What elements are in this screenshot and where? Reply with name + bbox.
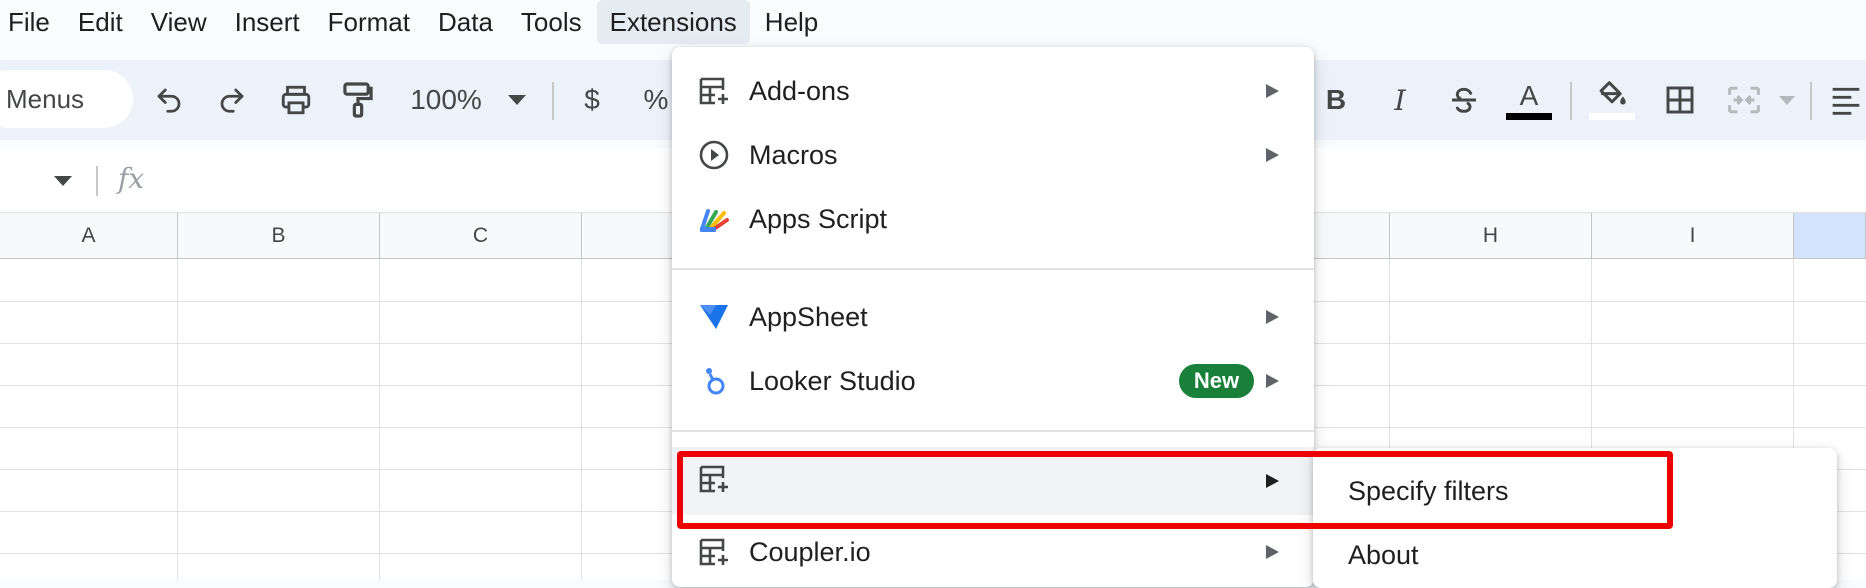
menu-file[interactable]: File	[0, 0, 63, 44]
toolbar-separator	[552, 82, 554, 120]
new-badge: New	[1179, 364, 1254, 398]
menu-item-label: AppSheet	[749, 301, 868, 332]
extensions-menu: Add-ons Macros Apps Script AppSheet Look…	[672, 47, 1314, 587]
name-box-dropdown-icon[interactable]	[54, 176, 72, 186]
menu-item-label: Coupler.io	[749, 536, 871, 567]
fill-color-icon[interactable]	[1588, 74, 1636, 126]
menu-data[interactable]: Data	[425, 0, 506, 44]
toolbar-separator	[1570, 82, 1572, 120]
appsheet-icon	[700, 305, 728, 329]
text-color-icon[interactable]: A	[1505, 74, 1553, 126]
menu-item-label: Macros	[749, 139, 838, 170]
column-header-j[interactable]	[1794, 213, 1866, 259]
strikethrough-icon[interactable]	[1444, 80, 1484, 120]
menu-insert[interactable]: Insert	[222, 0, 313, 44]
merge-dropdown-icon	[1776, 88, 1798, 112]
fill-color-swatch	[1589, 113, 1635, 120]
menu-separator	[672, 268, 1314, 270]
coupler-table-icon	[699, 538, 728, 566]
submenu-item-specify-filters[interactable]: Specify filters	[1313, 464, 1837, 520]
menu-tools[interactable]: Tools	[508, 0, 595, 44]
submenu-item-label: Specify filters	[1348, 476, 1509, 506]
column-header-b[interactable]: B	[178, 213, 380, 259]
print-icon[interactable]	[276, 80, 316, 120]
menu-bar: File Edit View Insert Format Data Tools …	[0, 0, 1866, 44]
column-line	[177, 259, 178, 580]
menu-help[interactable]: Help	[752, 0, 831, 44]
menus-search-box[interactable]: Menus	[0, 70, 133, 128]
menu-item-label: Looker Studio	[749, 365, 916, 396]
borders-icon[interactable]	[1660, 80, 1700, 120]
column-header-h[interactable]: H	[1390, 213, 1592, 259]
zoom-level[interactable]: 100%	[405, 80, 487, 120]
menu-item-apps-script[interactable]: Apps Script	[672, 188, 1314, 250]
align-icon[interactable]	[1826, 80, 1866, 120]
column-header-i[interactable]: I	[1592, 213, 1794, 259]
menu-item-label: Add-ons	[749, 75, 850, 106]
apps-script-icon	[700, 209, 729, 232]
redo-icon[interactable]	[213, 80, 251, 120]
menu-item-add-ons[interactable]: Add-ons	[672, 60, 1314, 122]
column-header-a[interactable]: A	[0, 213, 178, 259]
submenu-arrow-icon	[1266, 310, 1279, 324]
menu-item-looker-studio[interactable]: Looker Studio New	[672, 350, 1314, 412]
menu-edit[interactable]: Edit	[65, 0, 136, 44]
menu-format[interactable]: Format	[315, 0, 423, 44]
menu-extensions[interactable]: Extensions	[596, 0, 750, 44]
submenu-arrow-icon	[1266, 374, 1279, 388]
macros-play-icon	[699, 140, 729, 170]
menu-item-label: Apps Script	[749, 203, 888, 234]
merge-cells-icon	[1724, 80, 1764, 120]
add-on-table-icon	[699, 465, 728, 493]
column-line	[581, 259, 582, 580]
looker-studio-icon	[706, 368, 725, 395]
formula-separator	[96, 166, 98, 196]
add-on-submenu: Specify filters About	[1313, 448, 1837, 588]
paint-format-icon[interactable]	[338, 78, 378, 122]
bold-icon[interactable]: B	[1322, 80, 1350, 120]
percent-format-button[interactable]: %	[642, 80, 670, 120]
submenu-item-about[interactable]: About	[1313, 528, 1837, 584]
submenu-item-label: About	[1348, 540, 1419, 570]
menus-search-label: Menus	[6, 84, 85, 114]
undo-icon[interactable]	[150, 80, 188, 120]
text-color-swatch	[1506, 112, 1552, 120]
italic-icon[interactable]: I	[1386, 80, 1414, 120]
menu-item-coupler-io[interactable]: Coupler.io	[672, 521, 1314, 583]
toolbar-separator	[1810, 82, 1812, 120]
menu-item-appsheet[interactable]: AppSheet	[672, 286, 1314, 348]
column-line	[379, 259, 380, 580]
menu-item-unnamed-add-on[interactable]	[672, 447, 1314, 515]
zoom-dropdown-icon[interactable]	[506, 88, 528, 112]
fx-icon: fx	[118, 162, 145, 195]
menu-separator	[672, 430, 1314, 432]
submenu-arrow-icon	[1266, 474, 1279, 488]
currency-format-button[interactable]: $	[578, 80, 606, 120]
add-ons-icon	[699, 77, 728, 105]
menu-view[interactable]: View	[138, 0, 220, 44]
submenu-arrow-icon	[1266, 148, 1279, 162]
column-header-c[interactable]: C	[380, 213, 582, 259]
text-color-letter: A	[1519, 79, 1539, 111]
submenu-arrow-icon	[1266, 545, 1279, 559]
submenu-arrow-icon	[1266, 84, 1279, 98]
menu-item-macros[interactable]: Macros	[672, 124, 1314, 186]
